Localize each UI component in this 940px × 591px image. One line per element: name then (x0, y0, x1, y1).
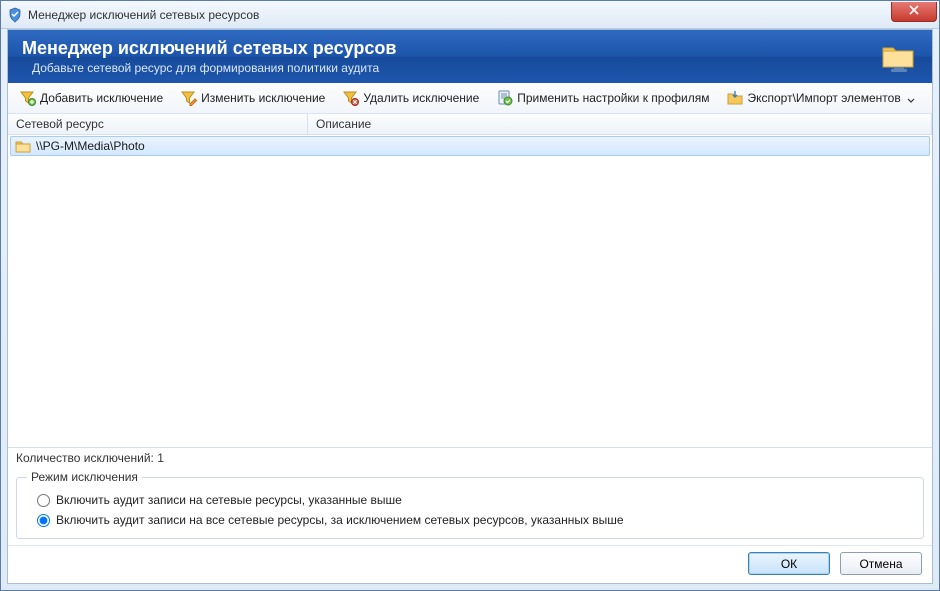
mode-include-row[interactable]: Включить аудит записи на сетевые ресурсы… (27, 490, 913, 510)
funnel-delete-icon (343, 90, 359, 106)
header-bar: Менеджер исключений сетевых ресурсов Доб… (8, 30, 932, 83)
exclusion-list[interactable]: \\PG-M\Media\Photo (8, 135, 932, 448)
mode-exclude-label[interactable]: Включить аудит записи на все сетевые рес… (56, 513, 624, 527)
mode-exclude-radio[interactable] (37, 514, 50, 527)
dialog-button-bar: ОК Отмена (8, 545, 932, 583)
app-shield-icon (7, 7, 23, 23)
close-icon (909, 4, 919, 18)
window-frame: Менеджер исключений сетевых ресурсов Мен… (0, 0, 940, 591)
delete-exclusion-label: Удалить исключение (363, 91, 479, 105)
edit-exclusion-button[interactable]: Изменить исключение (173, 86, 333, 110)
ok-button[interactable]: ОК (748, 552, 830, 575)
add-exclusion-button[interactable]: Добавить исключение (12, 86, 171, 110)
delete-exclusion-button[interactable]: Удалить исключение (335, 86, 487, 110)
exclusion-count: Количество исключений: 1 (8, 448, 932, 468)
chevron-down-icon (907, 94, 915, 102)
page-title: Менеджер исключений сетевых ресурсов (22, 38, 880, 59)
column-headers: Сетевой ресурс Описание (8, 114, 932, 135)
mode-include-radio[interactable] (37, 494, 50, 507)
export-import-button[interactable]: Экспорт\Импорт элементов (719, 86, 922, 110)
cancel-button[interactable]: Отмена (840, 552, 922, 575)
titlebar: Менеджер исключений сетевых ресурсов (1, 1, 939, 29)
document-check-icon (497, 90, 513, 106)
funnel-edit-icon (181, 90, 197, 106)
mode-exclude-row[interactable]: Включить аудит записи на все сетевые рес… (27, 510, 913, 530)
toolbar: Добавить исключение Изменить исключение … (8, 83, 932, 114)
funnel-add-icon (20, 90, 36, 106)
exclusion-mode-legend: Режим исключения (27, 470, 142, 484)
count-value: 1 (157, 451, 164, 465)
apply-profiles-label: Применить настройки к профилям (517, 91, 709, 105)
exclusion-mode-group: Режим исключения Включить аудит записи н… (16, 470, 924, 539)
folder-network-icon (880, 40, 918, 74)
edit-exclusion-label: Изменить исключение (201, 91, 325, 105)
count-prefix: Количество исключений: (16, 451, 157, 465)
folder-share-icon (15, 138, 31, 154)
list-item[interactable]: \\PG-M\Media\Photo (10, 136, 930, 156)
column-description[interactable]: Описание (308, 114, 932, 134)
apply-profiles-button[interactable]: Применить настройки к профилям (489, 86, 717, 110)
add-exclusion-label: Добавить исключение (40, 91, 163, 105)
list-item-resource: \\PG-M\Media\Photo (36, 139, 145, 153)
page-subtitle: Добавьте сетевой ресурс для формирования… (22, 61, 880, 75)
export-import-label: Экспорт\Импорт элементов (747, 91, 900, 105)
folder-arrow-icon (727, 90, 743, 106)
content-panel: Менеджер исключений сетевых ресурсов Доб… (7, 29, 933, 584)
window-title: Менеджер исключений сетевых ресурсов (28, 8, 259, 22)
close-button[interactable] (891, 2, 937, 22)
mode-include-label[interactable]: Включить аудит записи на сетевые ресурсы… (56, 493, 402, 507)
column-resource[interactable]: Сетевой ресурс (8, 114, 308, 134)
